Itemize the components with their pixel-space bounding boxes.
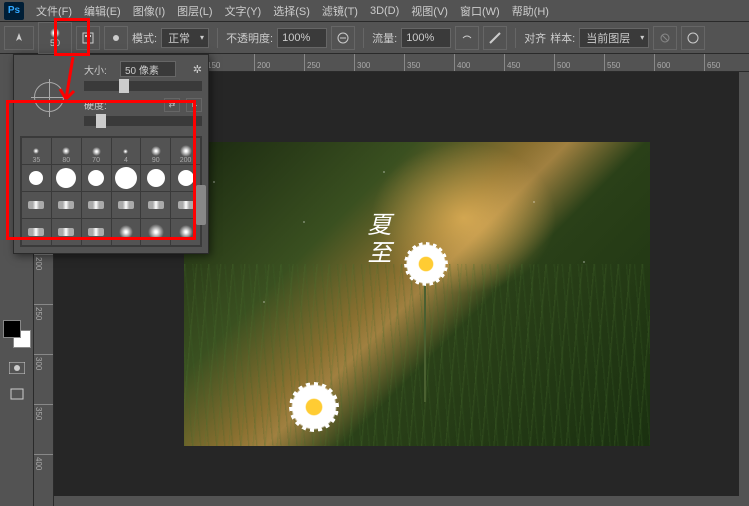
- brush-panel-toggle[interactable]: [76, 26, 100, 50]
- foreground-color-swatch[interactable]: [3, 320, 21, 338]
- brush-preset-cell[interactable]: [82, 192, 111, 218]
- menu-layer[interactable]: 图层(L): [171, 1, 218, 21]
- opacity-pressure-button[interactable]: [331, 26, 355, 50]
- brush-dot-icon: [50, 28, 60, 38]
- brush-preset-cell[interactable]: [82, 165, 111, 191]
- menubar: Ps 文件(F) 编辑(E) 图像(I) 图层(L) 文字(Y) 选择(S) 滤…: [0, 0, 749, 22]
- divider: [515, 28, 516, 48]
- canvas-decoration: [289, 382, 339, 432]
- opacity-input[interactable]: 100%: [277, 28, 327, 48]
- mode-dropdown[interactable]: 正常: [161, 28, 209, 48]
- brush-preset-cell[interactable]: [52, 192, 81, 218]
- hardness-slider[interactable]: [84, 116, 202, 126]
- airbrush-button[interactable]: [455, 26, 479, 50]
- menu-help[interactable]: 帮助(H): [506, 1, 555, 21]
- brush-preset-cell[interactable]: [112, 192, 141, 218]
- brush-preset-cell[interactable]: [82, 219, 111, 245]
- canvas-decoration: [404, 242, 448, 286]
- brush-preset-cell[interactable]: 90: [141, 138, 170, 164]
- menu-type[interactable]: 文字(Y): [219, 1, 268, 21]
- menu-view[interactable]: 视图(V): [405, 1, 454, 21]
- canvas-text: 夏至: [359, 212, 394, 268]
- brush-preset-cell[interactable]: [141, 165, 170, 191]
- tool-preset-picker[interactable]: [4, 26, 34, 50]
- app-logo: Ps: [4, 2, 24, 20]
- menu-filter[interactable]: 滤镜(T): [316, 1, 364, 21]
- pressure-size-button[interactable]: [681, 26, 705, 50]
- canvas-decoration: [184, 264, 650, 446]
- brush-size-value: 50: [50, 38, 60, 48]
- menu-edit[interactable]: 编辑(E): [78, 1, 127, 21]
- divider: [217, 28, 218, 48]
- canvas[interactable]: 夏至: [184, 142, 650, 446]
- brush-preset-cell[interactable]: [22, 192, 51, 218]
- scrollbar-thumb[interactable]: [196, 185, 206, 225]
- hardness-label: 硬度:: [84, 97, 114, 112]
- flip-y-button[interactable]: ⇅: [186, 98, 202, 112]
- quickmask-toggle[interactable]: [5, 356, 29, 380]
- flow-input[interactable]: 100%: [401, 28, 451, 48]
- sample-ignore-button[interactable]: [653, 26, 677, 50]
- brush-preset-cell[interactable]: 70: [82, 138, 111, 164]
- brush-preset-cell[interactable]: 80: [52, 138, 81, 164]
- brush-preset-grid: 358070490200: [20, 136, 202, 247]
- brush-preset-cell[interactable]: [112, 165, 141, 191]
- flow-label: 流量:: [372, 30, 397, 46]
- brush-angle-preview[interactable]: [24, 79, 74, 115]
- color-swatches[interactable]: [3, 320, 31, 348]
- brush-preset-cell[interactable]: 200: [171, 138, 200, 164]
- menu-select[interactable]: 选择(S): [267, 1, 316, 21]
- mode-label: 模式:: [132, 30, 157, 46]
- menu-image[interactable]: 图像(I): [127, 1, 171, 21]
- size-input[interactable]: 50 像素: [120, 61, 176, 77]
- brush-preset-panel: 大小: 50 像素 ✲ 硬度: ⇄ ⇅ 358070490200: [13, 54, 209, 254]
- sample-label: 样本:: [550, 30, 575, 46]
- brush-preset-cell[interactable]: 4: [112, 138, 141, 164]
- menu-3d[interactable]: 3D(D): [364, 3, 405, 19]
- brush-preset-cell[interactable]: [22, 219, 51, 245]
- brush-preset-cell[interactable]: [141, 192, 170, 218]
- options-bar: 50 模式: 正常 不透明度: 100% 流量: 100% 对齐 样本: 当前图…: [0, 22, 749, 54]
- opacity-label: 不透明度:: [226, 30, 273, 46]
- size-label: 大小:: [84, 62, 114, 77]
- canvas-decoration: [424, 282, 426, 402]
- brush-preset-cell[interactable]: [141, 219, 170, 245]
- brush-preset-cell[interactable]: [52, 219, 81, 245]
- brush-preset-cell[interactable]: [22, 165, 51, 191]
- menu-window[interactable]: 窗口(W): [454, 1, 506, 21]
- size-slider[interactable]: [84, 81, 202, 91]
- flip-x-button[interactable]: ⇄: [164, 98, 180, 112]
- sample-dropdown[interactable]: 当前图层: [579, 28, 649, 48]
- brush-preset-cell[interactable]: [112, 219, 141, 245]
- flow-pressure-button[interactable]: [483, 26, 507, 50]
- brush-settings-button[interactable]: [104, 26, 128, 50]
- divider: [363, 28, 364, 48]
- gear-icon[interactable]: ✲: [193, 63, 202, 76]
- brush-preset-picker[interactable]: 50: [38, 22, 72, 54]
- brush-preset-cell[interactable]: 35: [22, 138, 51, 164]
- brush-preset-cell[interactable]: [52, 165, 81, 191]
- screen-mode-toggle[interactable]: [5, 382, 29, 406]
- align-label: 对齐: [524, 30, 546, 46]
- menu-file[interactable]: 文件(F): [30, 1, 78, 21]
